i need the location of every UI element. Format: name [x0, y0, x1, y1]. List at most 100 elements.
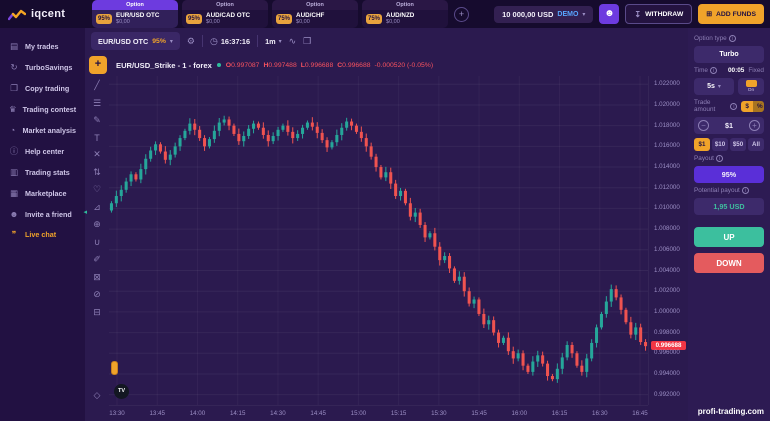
remove-drawings-icon[interactable]: ⊟	[89, 307, 105, 318]
tab-amount: $0,00	[116, 19, 159, 25]
info-icon[interactable]	[710, 67, 717, 74]
tradingview-logo[interactable]: TV	[114, 384, 129, 399]
tab-amount: $0,00	[296, 19, 324, 25]
marketplace-icon: ▦	[9, 188, 19, 199]
balance-selector[interactable]: 10 000,00 USD DEMO ▾	[494, 6, 593, 23]
chart-section: EUR/USD OTC 95% ▾ ⚙ ◷ 16:37:16 1m ▾ ∿ ❒ …	[85, 28, 688, 421]
lock-icon[interactable]: ⊠	[89, 272, 105, 283]
down-button[interactable]: DOWN	[694, 253, 764, 273]
sidebar-item-marketplace[interactable]: ▦Marketplace	[0, 183, 85, 204]
iqcent-logo[interactable]: iqcent	[8, 8, 86, 21]
live-chat-icon: ❞	[9, 229, 19, 240]
chevron-down-icon: ▾	[582, 11, 585, 18]
person-icon: ☻	[604, 8, 615, 19]
indicators-icon[interactable]: ⚙	[187, 36, 195, 47]
time-tick-label: 16:15	[552, 410, 567, 417]
price-plot[interactable]: TV	[109, 76, 648, 405]
favorites-icon[interactable]: ◇	[89, 390, 105, 401]
sidebar-item-live-chat[interactable]: ❞Live chat	[0, 224, 85, 245]
add-funds-button[interactable]: ⊞ ADD FUNDS	[698, 4, 764, 24]
dollar-mode-button[interactable]: $	[741, 101, 753, 112]
duration-select[interactable]: 5s ▾	[694, 78, 734, 95]
crosshair-tool[interactable]: +	[89, 56, 107, 74]
amount-value[interactable]: $1	[709, 121, 749, 130]
sidebar-item-label: My trades	[25, 42, 59, 51]
divider	[202, 35, 203, 47]
withdraw-button[interactable]: ↧ WITHDRAW	[625, 4, 692, 24]
add-tab-button[interactable]: +	[454, 7, 469, 22]
zoom-in-icon[interactable]: ⊕	[89, 219, 105, 230]
magnet-icon[interactable]: ∪	[89, 237, 105, 248]
info-icon[interactable]	[716, 155, 723, 162]
measure-icon[interactable]: ⊿	[89, 202, 105, 213]
tab-type-label: Option	[182, 0, 268, 10]
pattern-icon[interactable]: ✕	[89, 149, 105, 160]
position-tool-icon[interactable]: ⇅	[89, 167, 105, 178]
tab-info: EUR/USD OTC$0,00	[116, 12, 159, 25]
change-value: -0.000520 (-0.05%)	[375, 62, 434, 69]
quick-amount-1[interactable]: $1	[694, 138, 710, 151]
clock-icon: ◷	[210, 36, 218, 47]
percent-mode-button[interactable]: %	[753, 101, 764, 112]
fixed-time-toggle[interactable]: On	[738, 78, 764, 95]
sidebar-item-copy-trading[interactable]: ❐Copy trading	[0, 78, 85, 99]
trade-tab-aud-cad-otc[interactable]: Option95%AUD/CAD OTC$0,00	[182, 0, 268, 28]
sidebar-item-help-center[interactable]: ⓘHelp center	[0, 140, 85, 162]
info-icon[interactable]	[730, 103, 737, 110]
price-tick-label: 0.998000	[654, 329, 680, 336]
chart-type-icon[interactable]: ∿	[289, 36, 297, 47]
card-icon: ⊞	[706, 10, 712, 18]
decrease-amount-button[interactable]: −	[698, 120, 709, 131]
quick-amount-All[interactable]: All	[748, 138, 764, 151]
quick-amount-10[interactable]: $10	[712, 138, 728, 151]
sidebar-item-my-trades[interactable]: ▤My trades	[0, 36, 85, 57]
brush-icon[interactable]: ✎	[89, 115, 105, 126]
tab-amount: $0,00	[386, 19, 414, 25]
info-icon[interactable]	[729, 35, 736, 42]
option-type-select[interactable]: Turbo	[694, 46, 764, 63]
drawing-toolbar: ╱ ☰ ✎ T ✕ ⇅ ♡ ⊿ ⊕ ∪ ✐ ⊠ ⊘ ⊟ ◇	[85, 76, 109, 403]
sidebar-item-market-analysis[interactable]: ◔Market analysis	[0, 120, 85, 140]
low-value: 0.996688	[305, 62, 333, 69]
clock-time: 16:37:16	[221, 37, 250, 46]
info-icon[interactable]	[742, 187, 749, 194]
interval-select[interactable]: 1m ▾	[265, 37, 282, 46]
sidebar-item-turbosavings[interactable]: ↻TurboSavings	[0, 57, 85, 78]
draw-mode-icon[interactable]: ✐	[89, 254, 105, 265]
toggle-state: On	[748, 88, 754, 93]
sidebar-item-trading-contest[interactable]: ♛Trading contest	[0, 99, 85, 120]
trade-tab-aud-nzd[interactable]: Option75%AUD/NZD$0,00	[362, 0, 448, 28]
help-center-icon: ⓘ	[9, 145, 19, 157]
time-tick-label: 15:45	[471, 410, 486, 417]
price-tick-label: 1.000000	[654, 308, 680, 315]
trade-tab-eur-usd-otc[interactable]: Option95%EUR/USD OTC$0,00	[92, 0, 178, 28]
hide-drawings-icon[interactable]: ⊘	[89, 289, 105, 300]
chevron-down-icon: ▾	[170, 38, 173, 45]
sidebar-item-invite-a-friend[interactable]: ☻Invite a friend	[0, 204, 85, 224]
trade-tab-aud-chf[interactable]: Option75%AUD/CHF$0,00	[272, 0, 358, 28]
copy-trading-icon: ❐	[9, 83, 19, 94]
user-profile-button[interactable]: ☻	[599, 4, 619, 24]
time-tick-label: 13:30	[109, 410, 124, 417]
fib-retracement-icon[interactable]: ☰	[89, 98, 105, 109]
sidebar-item-trading-stats[interactable]: ▥Trading stats	[0, 162, 85, 183]
trading-stats-icon: ▥	[9, 167, 19, 178]
toggle-knob-icon	[746, 80, 757, 87]
emoticons-icon[interactable]: ♡	[89, 184, 105, 195]
market-open-dot	[217, 63, 221, 67]
symbol-select[interactable]: EUR/USD OTC 95% ▾	[91, 32, 180, 50]
amount-mode-switch[interactable]: $ %	[741, 101, 764, 112]
time-tick-label: 15:30	[431, 410, 446, 417]
text-tool-icon[interactable]: T	[89, 133, 105, 143]
fullscreen-icon[interactable]: ❒	[303, 36, 311, 47]
trading-contest-icon: ♛	[9, 104, 17, 115]
up-button[interactable]: UP	[694, 227, 764, 247]
price-tick-label: 1.006000	[654, 246, 680, 253]
trend-line-icon[interactable]: ╱	[89, 80, 105, 91]
increase-amount-button[interactable]: +	[749, 120, 760, 131]
ohlc-readout: O0.997087 H0.997488 L0.996688 C0.996688 …	[226, 62, 433, 69]
turbosavings-icon: ↻	[9, 62, 19, 73]
amount-stepper: − $1 +	[694, 117, 764, 134]
quick-amount-50[interactable]: $50	[730, 138, 746, 151]
server-clock: ◷ 16:37:16	[210, 36, 250, 47]
